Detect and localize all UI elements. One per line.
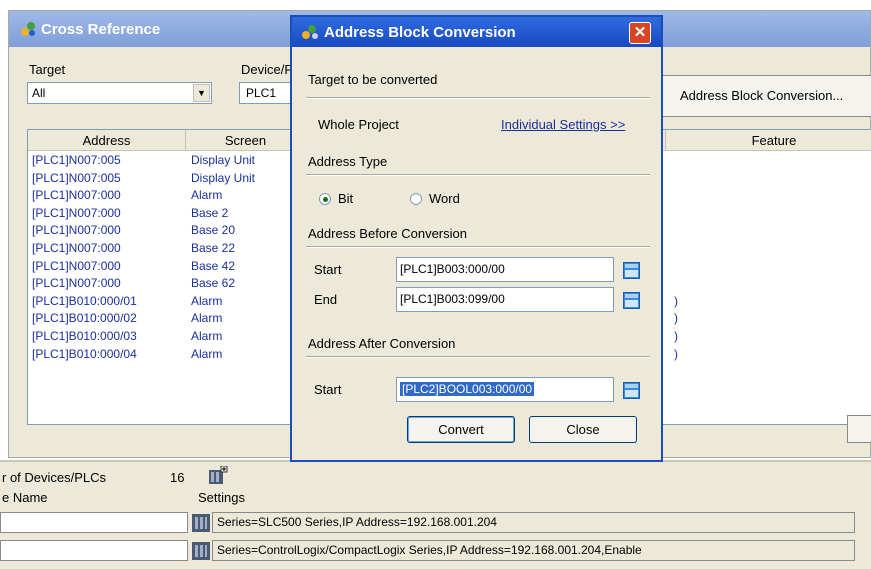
screen-cell: Alarm <box>191 329 223 343</box>
device-name-field[interactable] <box>0 512 188 533</box>
target-value: All <box>32 86 46 100</box>
address-block-conversion-label: Address Block Conversion... <box>680 88 844 103</box>
bit-radio-label[interactable]: Bit <box>338 191 353 206</box>
address-cell: [PLC1]B010:000/04 <box>32 346 137 361</box>
screen-cell: Alarm <box>191 346 223 361</box>
before-section-label: Address Before Conversion <box>308 226 467 241</box>
chevron-down-icon[interactable]: ▼ <box>193 84 210 102</box>
devices-count-label: r of Devices/PLCs <box>2 470 107 485</box>
column-header-feature[interactable]: Feature <box>666 130 871 151</box>
address-cell: [PLC1]N007:000 <box>32 188 121 203</box>
individual-settings-link[interactable]: Individual Settings >> <box>501 117 625 132</box>
devices-count: 16 <box>170 470 185 485</box>
address-cell: [PLC1]B010:000/02 <box>32 311 137 326</box>
address-block-conversion-button[interactable]: Address Block Conversion... <box>660 75 871 117</box>
screen-cell: Base 2 <box>191 205 229 220</box>
before-start-input[interactable]: [PLC1]B003:000/00 <box>396 257 614 282</box>
address-type-section-label: Address Type <box>308 154 388 169</box>
device-label: Device/F <box>241 62 293 77</box>
address-picker-icon[interactable] <box>623 382 640 399</box>
feature-cell: ) <box>674 346 678 361</box>
before-end-input[interactable]: [PLC1]B003:099/00 <box>396 287 614 312</box>
screen-cell: Base 62 <box>191 276 236 291</box>
device-settings-row: Series=SLC500 Series,IP Address=192.168.… <box>212 512 855 533</box>
target-section-label: Target to be converted <box>308 72 438 87</box>
close-button[interactable]: Close <box>529 416 637 443</box>
address-cell: [PLC1]N007:000 <box>32 241 121 255</box>
address-cell: [PLC1]B010:000/03 <box>32 329 137 343</box>
list-action-button[interactable] <box>847 415 871 443</box>
conversion-icon <box>302 25 318 39</box>
add-device-icon[interactable] <box>208 466 228 486</box>
device-panel: r of Devices/PLCs 16 e Name Settings Ser… <box>0 460 871 569</box>
feature-cell: ) <box>674 329 678 343</box>
screen-cell: Base 20 <box>191 223 236 238</box>
screen-cell: Alarm <box>191 311 223 326</box>
section-divider <box>306 174 650 176</box>
screen-cell: Base 22 <box>191 241 236 255</box>
address-block-conversion-dialog: Address Block Conversion ✕ Target to be … <box>290 15 663 462</box>
screen-cell: Alarm <box>191 293 223 308</box>
address-picker-icon[interactable] <box>623 262 640 279</box>
column-header-screen[interactable]: Screen <box>186 130 306 151</box>
cross-reference-title: Cross Reference <box>41 21 161 38</box>
address-cell: [PLC1]N007:000 <box>32 223 121 238</box>
before-start-label: Start <box>314 262 342 277</box>
target-label: Target <box>29 62 66 77</box>
screen-cell: Display Unit <box>191 153 256 167</box>
close-icon[interactable]: ✕ <box>629 22 651 44</box>
settings-icon[interactable] <box>192 514 210 532</box>
section-divider <box>306 97 650 99</box>
screen-cell: Alarm <box>191 188 223 203</box>
dialog-title: Address Block Conversion <box>324 24 516 41</box>
convert-button[interactable]: Convert <box>407 416 515 443</box>
device-value: PLC1 <box>246 86 277 100</box>
after-start-input[interactable]: [PLC2]BOOL003:000/00 <box>396 377 614 402</box>
radio-selected-dot <box>323 197 328 202</box>
selected-text: [PLC2]BOOL003:000/00 <box>400 382 535 396</box>
section-divider <box>306 246 650 248</box>
feature-cell: ) <box>674 311 678 326</box>
name-column-label: e Name <box>2 490 48 505</box>
cross-reference-icon <box>21 22 35 36</box>
address-cell: [PLC1]B010:000/01 <box>32 293 137 308</box>
address-cell: [PLC1]N007:005 <box>32 153 121 167</box>
address-cell: [PLC1]N007:005 <box>32 170 121 185</box>
after-start-label: Start <box>314 382 342 397</box>
feature-cell: ) <box>674 293 678 308</box>
device-name-field[interactable] <box>0 540 188 561</box>
word-radio-label[interactable]: Word <box>429 191 460 206</box>
target-dropdown[interactable]: All ▼ <box>27 82 212 104</box>
settings-column-label: Settings <box>198 490 245 505</box>
address-cell: [PLC1]N007:000 <box>32 205 121 220</box>
column-header-address[interactable]: Address <box>28 130 186 151</box>
bit-radio[interactable] <box>319 193 331 205</box>
before-end-label: End <box>314 292 338 307</box>
section-divider <box>306 356 650 358</box>
screen-cell: Display Unit <box>191 170 256 185</box>
device-settings-row: Series=ControlLogix/CompactLogix Series,… <box>212 540 855 561</box>
word-radio[interactable] <box>410 193 422 205</box>
after-section-label: Address After Conversion <box>308 336 456 351</box>
address-cell: [PLC1]N007:000 <box>32 276 121 291</box>
whole-project-label: Whole Project <box>318 117 399 132</box>
address-picker-icon[interactable] <box>623 292 640 309</box>
screen-cell: Base 42 <box>191 258 236 273</box>
dialog-titlebar[interactable]: Address Block Conversion ✕ <box>292 17 661 47</box>
address-cell: [PLC1]N007:000 <box>32 258 121 273</box>
settings-icon[interactable] <box>192 542 210 560</box>
